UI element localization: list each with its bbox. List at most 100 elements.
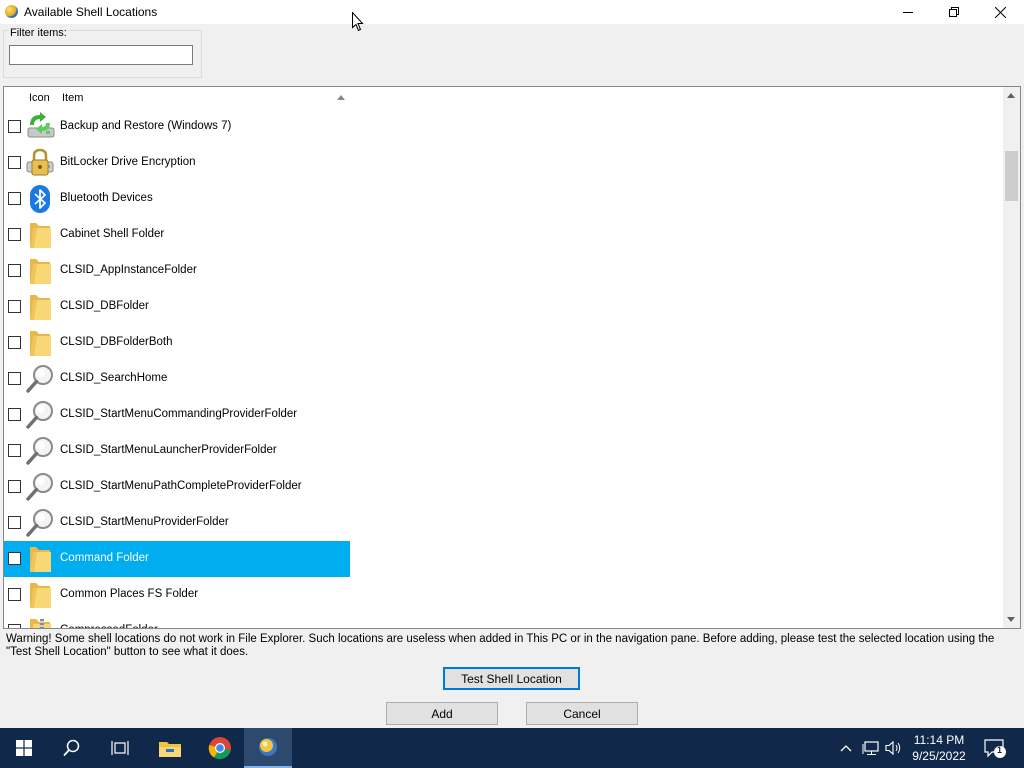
list-item-label: CLSID_SearchHome: [60, 372, 168, 384]
vertical-scrollbar[interactable]: [1003, 87, 1020, 628]
list-header: Icon Item: [4, 87, 1004, 109]
list-item-checkbox[interactable]: [8, 408, 21, 421]
list-item-checkbox[interactable]: [8, 120, 21, 133]
list-item-checkbox[interactable]: [8, 336, 21, 349]
folder-icon: [24, 579, 56, 611]
volume-button[interactable]: [883, 728, 905, 768]
taskbar-file-explorer[interactable]: [146, 728, 194, 768]
list-item[interactable]: CLSID_DBFolder: [4, 289, 1004, 325]
list-item-label: Backup and Restore (Windows 7): [60, 120, 232, 132]
minimize-icon: [903, 12, 913, 13]
backup-restore-icon: [24, 111, 56, 143]
scrollbar-thumb[interactable]: [1005, 151, 1018, 201]
scroll-up-icon[interactable]: [1007, 93, 1015, 98]
list-item-label: CLSID_AppInstanceFolder: [60, 264, 197, 276]
warning-text: Warning! Some shell locations do not wor…: [6, 633, 995, 658]
search-icon: [24, 363, 56, 395]
add-button[interactable]: Add: [386, 702, 498, 725]
list-item-checkbox[interactable]: [8, 588, 21, 601]
list-item-checkbox[interactable]: [8, 228, 21, 241]
search-button[interactable]: [48, 728, 96, 768]
notification-count: 1: [997, 745, 1003, 755]
list-item[interactable]: CLSID_AppInstanceFolder: [4, 253, 1004, 289]
network-button[interactable]: [860, 728, 882, 768]
sort-ascending-icon: [337, 95, 345, 100]
list-item[interactable]: CLSID_SearchHome: [4, 361, 1004, 397]
list-item-checkbox[interactable]: [8, 624, 21, 628]
chrome-icon: [208, 737, 231, 760]
close-button[interactable]: [977, 0, 1023, 24]
folder-icon: [24, 543, 56, 575]
list-item[interactable]: CLSID_StartMenuPathCompleteProviderFolde…: [4, 469, 1004, 505]
list-item[interactable]: BitLocker Drive Encryption: [4, 145, 1004, 181]
list-item[interactable]: CLSID_StartMenuCommandingProviderFolder: [4, 397, 1004, 433]
list-item-checkbox[interactable]: [8, 192, 21, 205]
clock[interactable]: 11:14 PM 9/25/2022: [905, 732, 973, 764]
restore-icon: [949, 7, 959, 17]
file-explorer-icon: [159, 742, 181, 757]
list-item-label: CLSID_StartMenuLauncherProviderFolder: [60, 444, 277, 456]
list-item[interactable]: Common Places FS Folder: [4, 577, 1004, 613]
list-item[interactable]: CLSID_DBFolderBoth: [4, 325, 1004, 361]
filter-input[interactable]: [9, 45, 193, 65]
list-item-checkbox[interactable]: [8, 300, 21, 313]
list-item-checkbox[interactable]: [8, 156, 21, 169]
list-item-checkbox[interactable]: [8, 264, 21, 277]
search-icon: [24, 435, 56, 467]
folder-icon: [24, 219, 56, 251]
list-item-checkbox[interactable]: [8, 444, 21, 457]
clock-time: 11:14 PM: [913, 733, 965, 747]
list-item[interactable]: Bluetooth Devices: [4, 181, 1004, 217]
folder-icon: [24, 327, 56, 359]
list-item-label: Cabinet Shell Folder: [60, 228, 165, 240]
list-item[interactable]: Cabinet Shell Folder: [4, 217, 1004, 253]
list-item-label: Common Places FS Folder: [60, 588, 199, 600]
minimize-button[interactable]: [885, 0, 931, 24]
list-item-label: CLSID_StartMenuPathCompleteProviderFolde…: [60, 480, 302, 492]
list-item[interactable]: Command Folder: [4, 541, 1004, 577]
shell-locations-list[interactable]: Icon Item Backup and Restore (Windows 7)…: [3, 86, 1021, 629]
show-hidden-icons-button[interactable]: [836, 728, 856, 768]
mouse-cursor-icon: [352, 12, 364, 32]
list-item-label: CLSID_DBFolderBoth: [60, 336, 173, 348]
winaero-tweaker-icon: [259, 738, 277, 756]
list-item-checkbox[interactable]: [8, 516, 21, 529]
test-shell-location-button[interactable]: Test Shell Location: [443, 667, 580, 690]
start-button[interactable]: [0, 728, 48, 768]
restore-button[interactable]: [931, 0, 977, 24]
list-item[interactable]: CompressedFolder: [4, 613, 1004, 628]
list-item-label: Bluetooth Devices: [60, 192, 153, 204]
title-bar[interactable]: Available Shell Locations: [0, 0, 1024, 24]
list-item[interactable]: CLSID_StartMenuProviderFolder: [4, 505, 1004, 541]
folder-icon: [24, 291, 56, 323]
column-header-item[interactable]: Item: [62, 92, 83, 104]
list-rows: Backup and Restore (Windows 7) BitLocker …: [4, 109, 1004, 628]
taskbar-winaero-tweaker[interactable]: [244, 728, 292, 768]
scroll-down-icon[interactable]: [1007, 617, 1015, 622]
list-item-label: CLSID_StartMenuProviderFolder: [60, 516, 229, 528]
search-icon: [24, 507, 56, 539]
list-item[interactable]: CLSID_StartMenuLauncherProviderFolder: [4, 433, 1004, 469]
filter-label: Filter items:: [9, 27, 68, 39]
list-item[interactable]: Backup and Restore (Windows 7): [4, 109, 1004, 145]
app-icon: [5, 5, 18, 18]
chevron-up-icon: [840, 745, 852, 752]
close-icon: [994, 6, 1006, 18]
column-header-icon[interactable]: Icon: [29, 92, 50, 104]
volume-icon: [885, 740, 901, 756]
bitlocker-icon: [24, 147, 56, 179]
windows-logo-icon: [16, 740, 32, 756]
list-item-checkbox[interactable]: [8, 480, 21, 493]
taskbar-chrome[interactable]: [196, 728, 244, 768]
taskbar: 11:14 PM 9/25/2022 1: [0, 728, 1024, 768]
shell-locations-window: Available Shell Locations Filter items: …: [0, 0, 1024, 728]
cancel-button[interactable]: Cancel: [526, 702, 638, 725]
action-center-button[interactable]: 1: [980, 728, 1010, 768]
task-view-button[interactable]: [96, 728, 144, 768]
list-item-checkbox[interactable]: [8, 372, 21, 385]
notifications-icon: [984, 739, 1006, 758]
search-icon: [24, 399, 56, 431]
folder-icon: [24, 255, 56, 287]
list-item-label: Command Folder: [60, 552, 149, 564]
list-item-checkbox[interactable]: [8, 552, 21, 565]
